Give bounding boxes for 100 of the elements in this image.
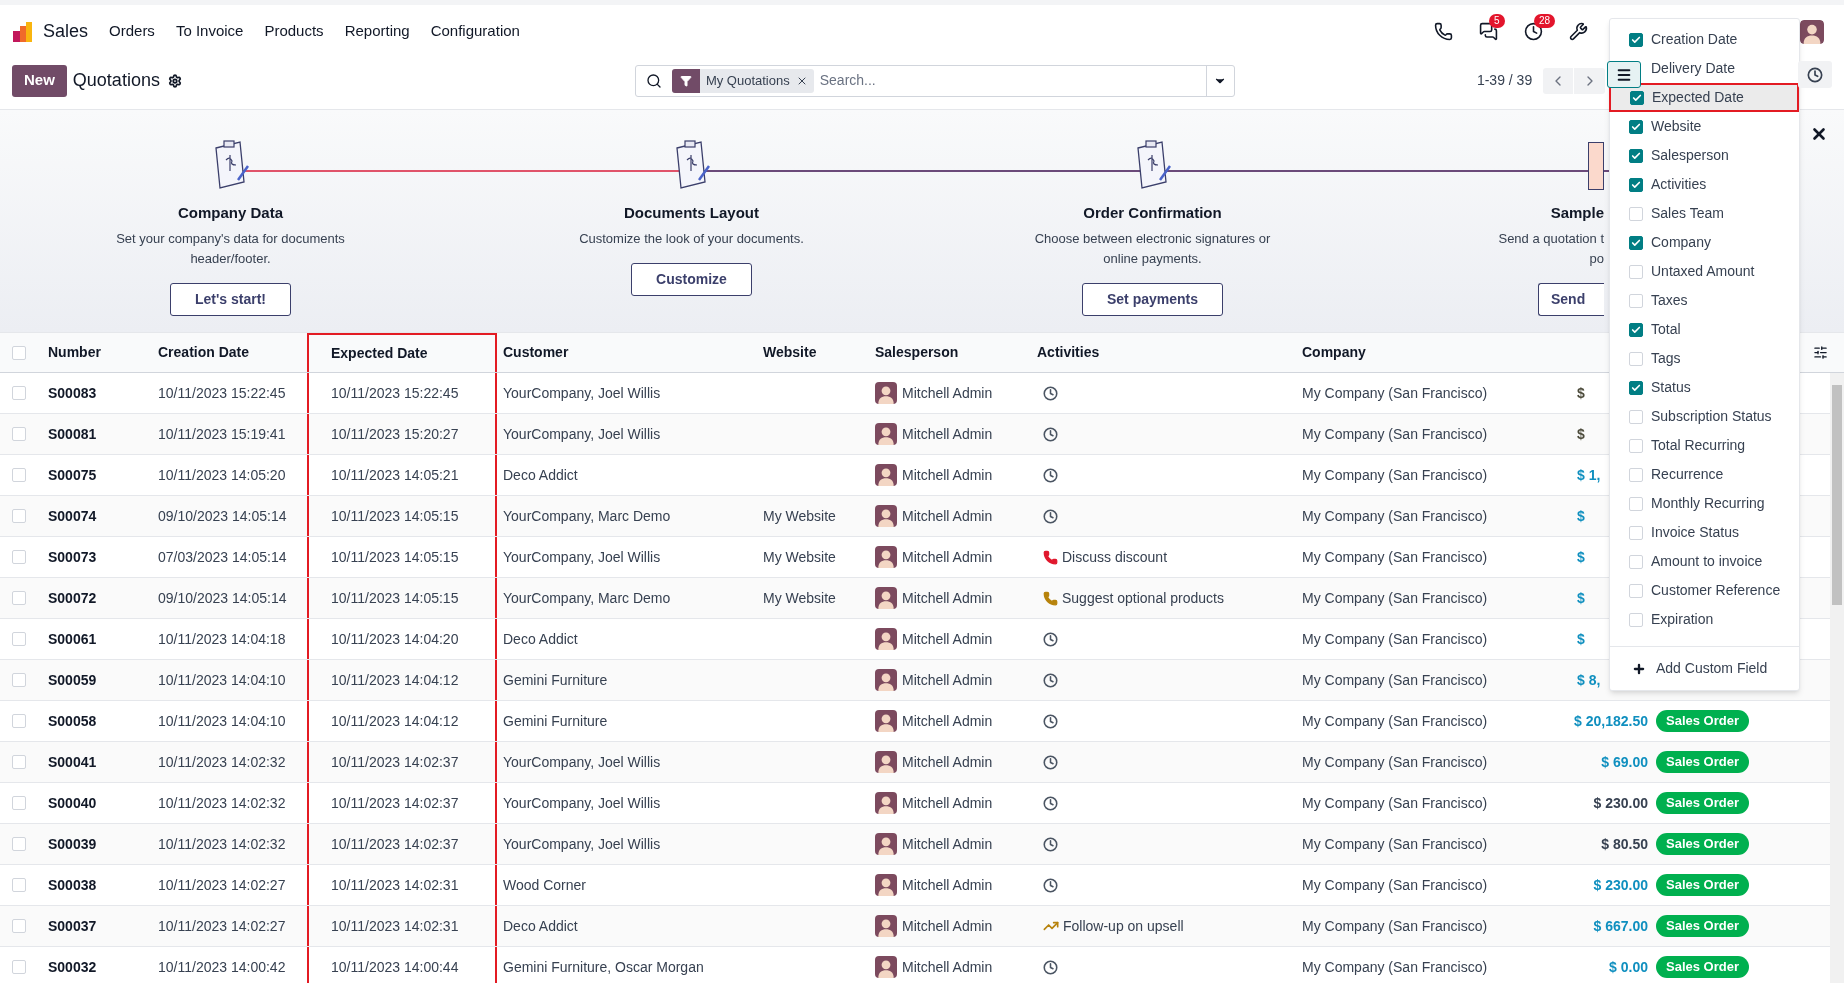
activity-clock-icon[interactable] [1043,754,1058,770]
step-button[interactable]: Set payments [1081,282,1223,316]
column-option[interactable]: Salesperson [1610,141,1799,170]
select-all-checkbox[interactable] [12,345,26,360]
column-header[interactable]: Salesperson [869,333,1031,372]
clock-icon[interactable] [1524,22,1543,41]
activity-clock-icon[interactable] [1043,508,1058,524]
column-checkbox[interactable] [1629,177,1643,192]
step-button[interactable]: Send [1538,282,1604,316]
row-checkbox[interactable] [12,919,26,933]
column-option[interactable]: Company [1610,228,1799,257]
menu-item[interactable]: To Invoice [175,20,244,43]
activity-view-button[interactable] [1798,61,1832,88]
column-option[interactable]: Tags [1610,344,1799,373]
table-cell: My Website [763,548,836,565]
column-header[interactable]: Activities [1031,333,1296,372]
activity-clock-icon[interactable] [1043,836,1058,852]
wrench-icon[interactable] [1569,22,1588,41]
activity-clock-icon[interactable] [1043,385,1058,401]
column-option[interactable]: Total Recurring [1610,431,1799,460]
activity-clock-icon[interactable] [1043,959,1058,975]
row-checkbox[interactable] [12,714,26,728]
column-option[interactable]: Creation Date [1610,25,1799,54]
row-checkbox[interactable] [12,878,26,892]
column-option[interactable]: Delivery Date [1651,58,1736,79]
row-checkbox[interactable] [12,591,26,605]
optional-columns-icon[interactable] [1812,345,1828,360]
row-checkbox[interactable] [12,837,26,851]
activity-summary[interactable]: Suggest optional products [1062,587,1224,609]
column-option[interactable]: Monthly Recurring [1610,489,1799,518]
activity-clock-icon[interactable] [1043,467,1058,483]
list-view-button[interactable] [1607,61,1641,88]
row-checkbox[interactable] [12,550,26,564]
column-checkbox[interactable] [1629,235,1643,250]
activity-summary[interactable]: Discuss discount [1062,546,1168,568]
close-icon[interactable] [1810,125,1828,143]
search-icon[interactable] [645,72,662,89]
column-header[interactable]: Website [757,333,869,372]
row-checkbox[interactable] [12,960,26,974]
step-title: Sample [1550,203,1604,223]
app-logo[interactable] [12,20,34,43]
row-checkbox[interactable] [12,468,26,482]
new-button[interactable]: New [12,64,67,97]
row-checkbox[interactable] [12,386,26,400]
column-option[interactable]: Website [1610,112,1799,141]
row-checkbox[interactable] [12,796,26,810]
column-checkbox[interactable] [1630,90,1644,105]
row-checkbox[interactable] [12,509,26,523]
activity-clock-icon[interactable] [1043,713,1058,729]
menu-item[interactable]: Products [264,20,324,43]
status-badge: Sales Order [1656,833,1749,855]
column-header[interactable]: Creation Date [152,333,307,372]
menu-item[interactable]: Configuration [430,20,520,43]
activity-clock-icon[interactable] [1043,672,1058,688]
activity-clock-icon[interactable] [1043,426,1058,442]
column-checkbox[interactable] [1629,148,1643,163]
phone-icon[interactable] [1434,22,1453,41]
settings-icon[interactable] [167,73,182,88]
menu-item[interactable]: Reporting [344,20,410,43]
column-header[interactable]: Number [42,333,152,372]
column-option[interactable]: Activities [1610,170,1799,199]
table-cell-text: My Company (San Francisco) [1301,383,1489,403]
step-button[interactable]: Let's start! [170,282,291,316]
column-option[interactable]: Invoice Status [1610,518,1799,547]
column-option[interactable]: Recurrence [1610,460,1799,489]
column-option[interactable]: Total [1610,315,1799,344]
row-checkbox[interactable] [12,755,26,769]
column-checkbox[interactable] [1629,380,1643,395]
column-checkbox[interactable] [1629,32,1643,47]
column-option[interactable]: Expiration [1610,605,1799,634]
filter-facet[interactable]: My Quotations [671,68,814,93]
app-name[interactable]: Sales [43,18,89,45]
activity-clock-icon[interactable] [1043,877,1058,893]
activity-clock-icon[interactable] [1043,795,1058,811]
menu-item[interactable]: Orders [109,20,155,43]
add-custom-field-button[interactable]: Add Custom Field [1632,658,1768,679]
step-button[interactable]: Customize [631,262,752,296]
activity-clock-icon[interactable] [1043,631,1058,647]
column-option[interactable]: Customer Reference [1610,576,1799,605]
column-option[interactable]: Subscription Status [1610,402,1799,431]
search-field[interactable]: My Quotations Search... [634,64,1235,97]
column-option[interactable]: Amount to invoice [1610,547,1799,576]
column-option[interactable]: Taxes [1610,286,1799,315]
column-checkbox[interactable] [1629,119,1643,134]
chat-icon[interactable] [1479,22,1498,41]
column-option[interactable]: Expected Date [1609,83,1799,112]
search-input[interactable]: Search... [819,70,1206,91]
column-option[interactable]: Sales Team [1610,199,1799,228]
column-header[interactable]: Customer [497,333,757,372]
row-checkbox[interactable] [12,673,26,687]
column-option[interactable]: Untaxed Amount [1610,257,1799,286]
row-checkbox[interactable] [12,427,26,441]
column-header[interactable]: Company [1296,333,1541,372]
column-checkbox[interactable] [1629,322,1643,337]
pager[interactable]: 1-39 / 39 [1476,70,1533,91]
activity-summary[interactable]: Follow-up on upsell [1063,915,1184,937]
row-checkbox[interactable] [12,632,26,646]
scrollbar[interactable] [1830,373,1844,983]
column-option[interactable]: Status [1610,373,1799,402]
table-cell-text: Mitchell Admin [902,916,993,936]
